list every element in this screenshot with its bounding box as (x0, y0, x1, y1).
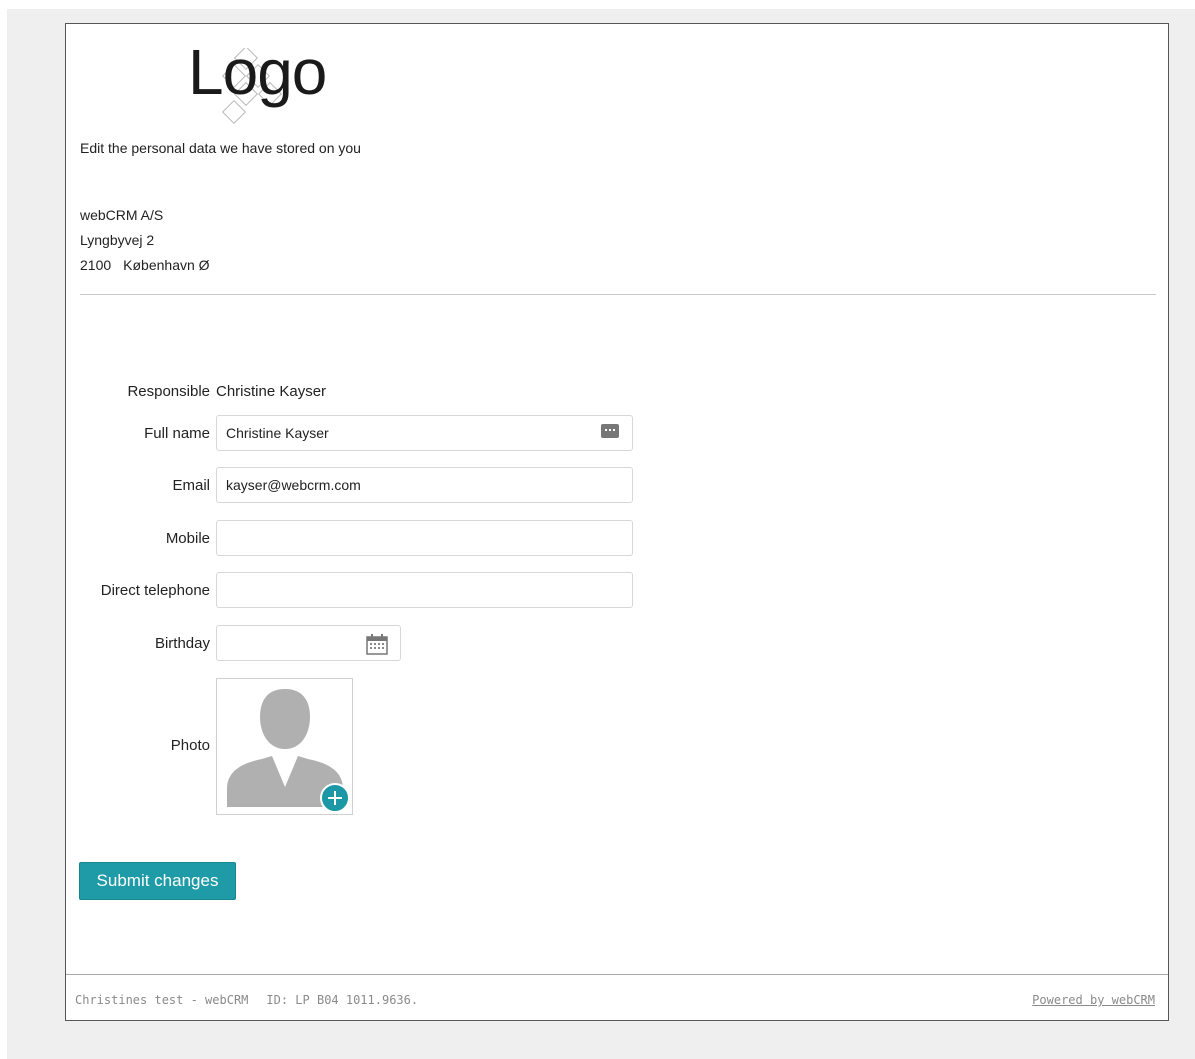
footer-id: ID: LP B04 1011.9636. (266, 993, 419, 1007)
calendar-icon[interactable] (366, 633, 388, 655)
email-field[interactable] (216, 467, 633, 503)
birthday-field[interactable] (216, 625, 401, 661)
photo-upload[interactable] (216, 678, 353, 815)
mobile-label: Mobile (165, 530, 210, 547)
email-row: Email (66, 467, 666, 503)
form-card: Logo Edit the personal data we have stor… (65, 23, 1169, 1021)
birthday-label: Birthday (154, 635, 210, 652)
email-label: Email (172, 477, 210, 494)
powered-by-link[interactable]: Powered by webCRM (1032, 993, 1155, 1007)
direct-telephone-label: Direct telephone (100, 582, 210, 599)
full-name-label: Full name (144, 425, 210, 442)
intro-text: Edit the personal data we have stored on… (80, 140, 361, 156)
birthday-row: Birthday (66, 625, 666, 661)
direct-telephone-field[interactable] (216, 572, 633, 608)
full-name-field[interactable] (216, 415, 633, 451)
company-logo: Logo (188, 38, 353, 128)
company-city-line: 2100 København Ø (80, 253, 210, 278)
direct-telephone-row: Direct telephone (66, 572, 666, 608)
company-zip: 2100 (80, 257, 112, 273)
mobile-field[interactable] (216, 520, 633, 556)
footer-info: Christines test - webCRM ID: LP B04 1011.… (75, 993, 418, 1007)
photo-row: Photo (66, 678, 666, 815)
more-dots-icon[interactable] (601, 424, 619, 438)
company-street: Lyngbyvej 2 (80, 232, 155, 248)
company-name: webCRM A/S (80, 207, 164, 223)
responsible-label: Responsible (127, 383, 210, 400)
plus-circle-icon[interactable] (320, 783, 350, 813)
submit-changes-button[interactable]: Submit changes (79, 862, 236, 900)
responsible-value: Christine Kayser (216, 383, 327, 400)
company-city: København Ø (123, 257, 210, 273)
photo-label: Photo (170, 737, 210, 754)
footer-divider (66, 974, 1168, 975)
full-name-row: Full name (66, 415, 666, 451)
logo-text: Logo (188, 36, 327, 108)
responsible-row: Responsible Christine Kayser (66, 383, 666, 405)
mobile-row: Mobile (66, 520, 666, 556)
footer-title: Christines test - webCRM (75, 993, 249, 1007)
company-address: webCRM A/S Lyngbyvej 2 2100 København Ø (80, 203, 210, 278)
header-divider (80, 294, 1156, 295)
